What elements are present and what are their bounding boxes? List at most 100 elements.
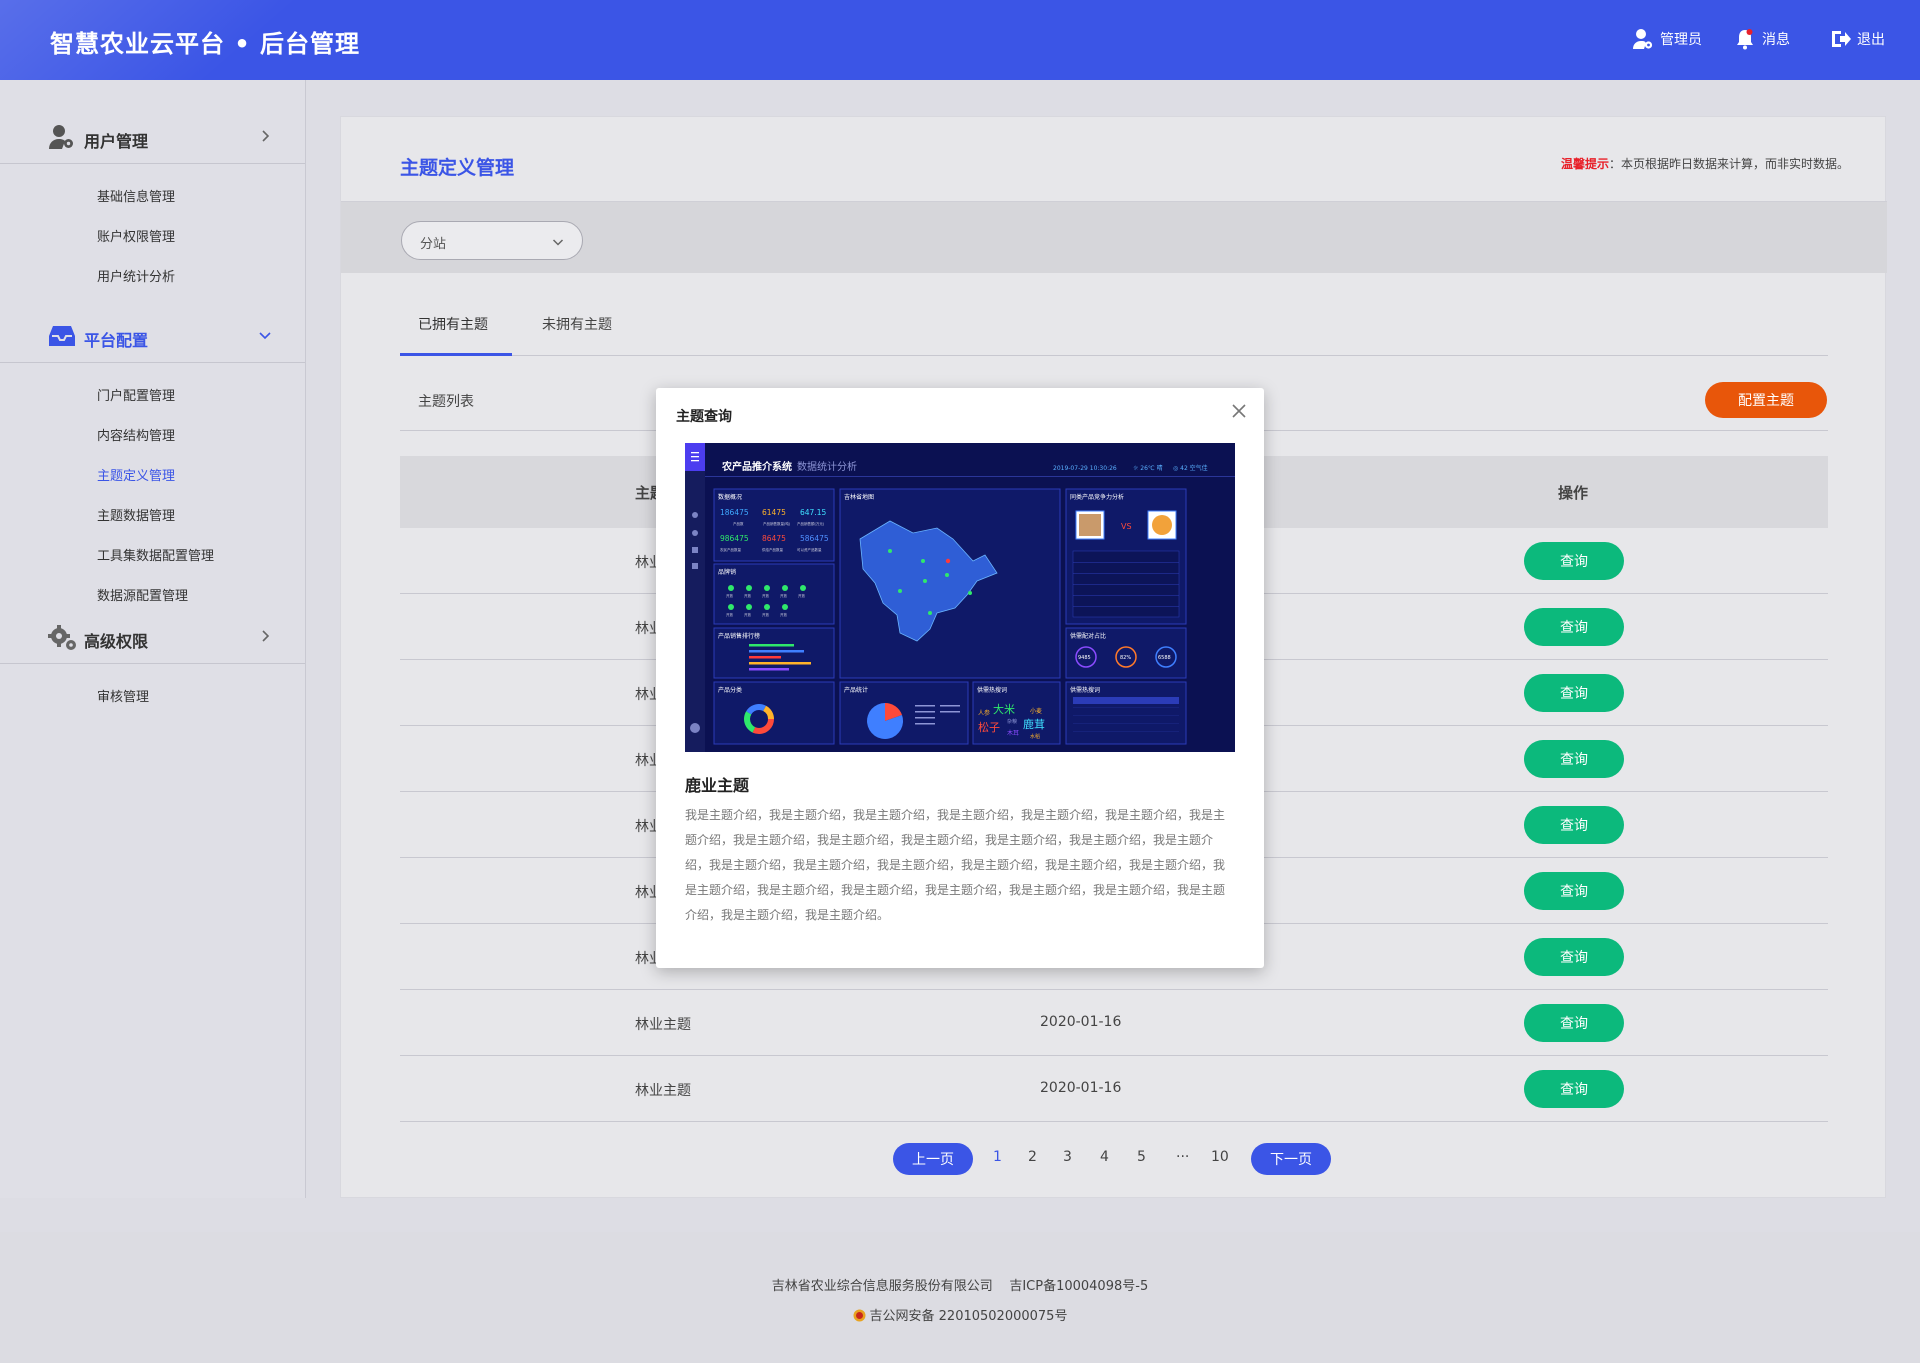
preview-hotword: 小麦 [1030,707,1042,715]
query-button[interactable]: 查询 [1524,806,1624,844]
preview-panel-hotlist: 供需热搜词 [1070,686,1100,694]
preview-stat: 186475 [720,508,749,517]
preview-hotword: 水稻 [1030,733,1040,740]
footer-police: 吉公网安备 22010502000075号 [0,1305,1920,1324]
user-gear-icon [49,125,73,149]
page-number[interactable]: 1 [993,1149,1002,1165]
tab-owned[interactable]: 已拥有主题 [418,314,488,334]
next-page-button[interactable]: 下一页 [1251,1143,1331,1175]
query-button[interactable]: 查询 [1524,674,1624,712]
page-number[interactable]: 2 [1028,1149,1037,1165]
preview-panel-ranking: 产品销售排行榜 [718,632,760,640]
notice: 温馨提示：本页根据昨日数据来计算，而非实时数据。 [1561,155,1849,172]
preview-panel-category: 产品分类 [718,686,742,694]
preview-market-tag: 开放 [744,612,752,617]
logout-button[interactable]: 退出 [1829,28,1885,50]
user-menu[interactable]: 管理员 [1632,28,1702,50]
sidebar-group-advanced[interactable]: 高级权限 [0,610,305,664]
logout-icon [1832,31,1851,47]
chevron-down-icon [552,239,564,246]
query-button[interactable]: 查询 [1524,740,1624,778]
sidebar-item-basic-info[interactable]: 基础信息管理 [97,186,175,205]
preview-market-tag: 开放 [762,612,770,617]
page-number[interactable]: 10 [1211,1149,1229,1165]
modal-theme-name: 鹿业主题 [685,776,750,795]
preview-supply-value: 82% [1120,655,1131,661]
sidebar-item-theme-definition[interactable]: 主题定义管理 [97,465,175,484]
chevron-right-icon [262,130,270,142]
preview-panel-overview: 数据概况 [718,493,742,501]
tab-not-owned[interactable]: 未拥有主题 [542,314,612,334]
query-button[interactable]: 查询 [1524,1070,1624,1108]
query-button[interactable]: 查询 [1524,938,1624,976]
sidebar-item-audit[interactable]: 审核管理 [97,686,149,705]
modal-title: 主题查询 [676,409,732,425]
preview-stat: 61475 [762,508,786,517]
inbox-icon [49,326,75,346]
preview-panel-map: 吉林省地图 [844,493,874,501]
page-ellipsis: ··· [1176,1149,1190,1165]
user-label: 管理员 [1660,32,1702,48]
substation-select[interactable]: 分站 [401,221,583,260]
substation-select-value: 分站 [420,237,447,252]
prev-page-button[interactable]: 上一页 [893,1143,973,1175]
preview-stat-label: 农民产品数量 [720,547,741,552]
preview-panel-stats: 产品统计 [844,686,868,694]
preview-stat: 586475 [800,534,829,543]
preview-stat-label: 可以资产品数量 [797,547,822,552]
tab-active-indicator [400,353,512,356]
filter-bar: 分站 [341,201,1887,273]
sidebar-group-platform[interactable]: 平台配置 [0,309,305,363]
sidebar-item-user-stats[interactable]: 用户统计分析 [97,266,175,285]
sidebar-item-datasource-config[interactable]: 数据源配置管理 [97,585,188,604]
footer-icp: 吉ICP备10004098号-5 [1009,1279,1149,1294]
preview-market-tag: 开放 [780,593,788,598]
chevron-right-icon [262,630,270,642]
preview-datetime: 2019-07-29 10:30:26 [1053,465,1117,472]
page-title: 主题定义管理 [400,157,515,179]
preview-market-tag: 开放 [780,612,788,617]
message-label: 消息 [1762,32,1790,48]
preview-stat-label: 供给产品数量 [762,547,783,552]
table-row: 林业主题 2020-01-16 查询 [400,1056,1828,1122]
query-button[interactable]: 查询 [1524,1004,1624,1042]
preview-hotword: 杂粮 [1007,718,1017,725]
gears-icon [48,625,76,650]
sidebar: 用户管理 基础信息管理 账户权限管理 用户统计分析 平台配置 门户配置管理 内容… [0,80,306,1198]
theme-query-modal: 主题查询 农产品推介系统 数据统计分析 2019-07-29 10:30:26 … [656,388,1264,968]
row-theme-name: 林业主题 [635,1017,691,1033]
bell-icon [1737,29,1753,50]
query-button[interactable]: 查询 [1524,872,1624,910]
preview-panel-market: 品牌销 [718,568,736,576]
close-icon[interactable] [1230,402,1248,420]
row-date: 2020-01-16 [1040,1014,1122,1030]
list-label: 主题列表 [418,394,474,410]
table-row: 林业主题 2020-01-16 查询 [400,990,1828,1056]
message-menu[interactable]: 消息 [1734,28,1790,50]
sidebar-item-toolset-config[interactable]: 工具集数据配置管理 [97,545,214,564]
police-badge-icon [853,1309,866,1322]
preview-market-tag: 开放 [726,612,734,617]
page-number[interactable]: 5 [1137,1149,1146,1165]
page-number[interactable]: 4 [1100,1149,1109,1165]
sidebar-group-label: 高级权限 [84,632,149,651]
sidebar-item-theme-data[interactable]: 主题数据管理 [97,505,175,524]
sidebar-group-user[interactable]: 用户管理 [0,110,305,164]
sidebar-item-content-structure[interactable]: 内容结构管理 [97,425,175,444]
page-number[interactable]: 3 [1063,1149,1072,1165]
query-button[interactable]: 查询 [1524,542,1624,580]
query-button[interactable]: 查询 [1524,608,1624,646]
preview-stat-label: 产品数 [733,521,744,526]
preview-market-tag: 开放 [762,593,770,598]
preview-panel-hotwords: 供需热搜词 [977,686,1007,694]
preview-compete-vs: VS [1121,522,1132,531]
config-theme-button[interactable]: 配置主题 [1705,382,1827,418]
chevron-down-icon [259,332,271,340]
row-theme-name: 林业主题 [635,1083,691,1099]
sidebar-item-portal-config[interactable]: 门户配置管理 [97,385,175,404]
preview-hotword: 大米 [993,702,1015,716]
preview-air: ◎ 42 空气佳 [1173,464,1208,472]
footer: 吉林省农业综合信息服务股份有限公司 吉ICP备10004098号-5 吉公网安备… [0,1232,1920,1363]
sidebar-item-account-permission[interactable]: 账户权限管理 [97,226,175,245]
preview-market-tag: 开放 [744,593,752,598]
